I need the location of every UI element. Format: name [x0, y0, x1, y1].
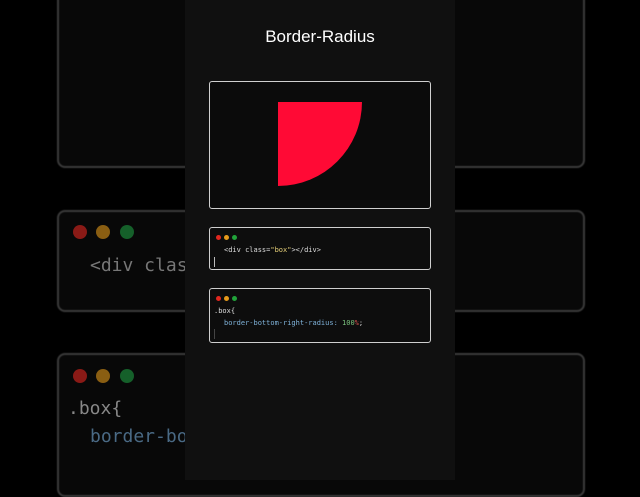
css-declaration: border-bottom-right-radius: 100%;	[224, 319, 363, 327]
html-tag-open: <div class=	[224, 246, 271, 254]
close-dot-icon	[216, 235, 221, 240]
css-code-window: .box{ border-bottom-right-radius: 100%;	[209, 288, 431, 343]
red-box-shape	[278, 102, 362, 186]
minimize-dot-icon	[224, 296, 229, 301]
css-semicolon: ;	[358, 319, 364, 327]
preview-frame	[209, 81, 431, 209]
page-title: Border-Radius	[265, 27, 375, 46]
css-selector: .box{	[214, 307, 236, 315]
background-css-property: border-bo	[90, 426, 188, 447]
html-code-line: <div class="box"></div>	[224, 246, 321, 254]
minimize-dot-icon	[224, 235, 229, 240]
maximize-dot-icon	[232, 296, 237, 301]
background-html-code: <div clas	[90, 255, 188, 276]
maximize-dot-icon	[232, 235, 237, 240]
background-css-selector: .box{	[68, 398, 123, 419]
text-cursor	[214, 257, 215, 267]
window-controls	[216, 295, 240, 303]
text-cursor	[214, 329, 215, 339]
close-dot-icon	[216, 296, 221, 301]
css-value: 100	[342, 319, 355, 327]
html-code-window: <div class="box"></div>	[209, 227, 431, 270]
video-panel: Border-Radius <div class="box"></div> .b…	[185, 0, 455, 480]
window-controls	[216, 234, 240, 242]
html-tag-close: ></div>	[291, 246, 321, 254]
css-property: border-bottom-right-radius:	[224, 319, 338, 327]
html-attr-value: "box"	[270, 246, 292, 254]
